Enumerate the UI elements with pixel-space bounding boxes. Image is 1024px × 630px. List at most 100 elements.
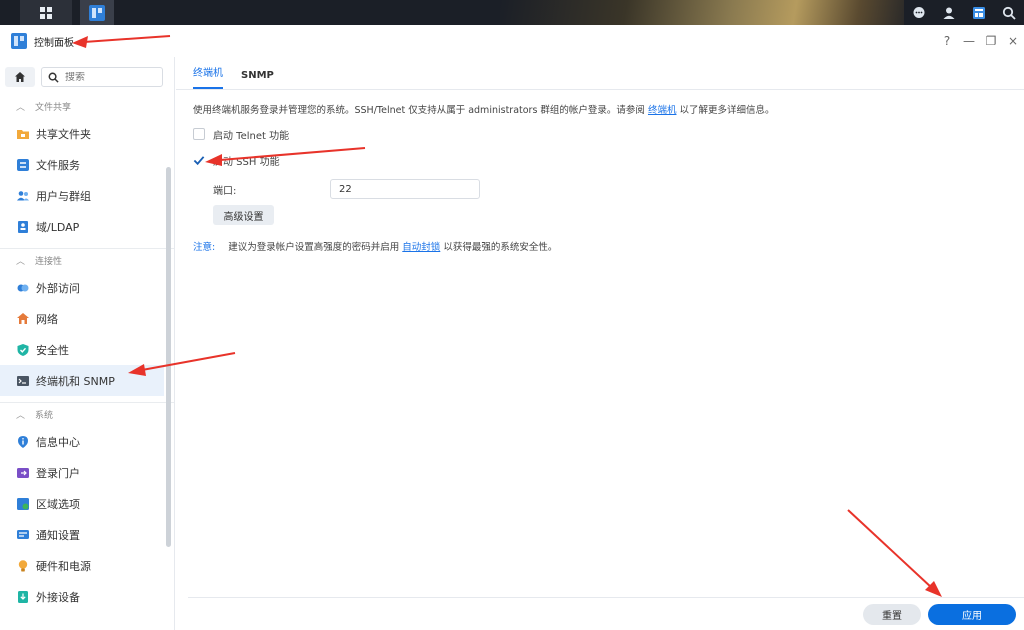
sidebar-item-notification[interactable]: 通知设置 [0,519,174,550]
sidebar-item-external-devices[interactable]: 外接设备 [0,581,174,612]
note-label: 注意: [193,242,216,253]
sidebar-item-label: 登录门户 [36,466,80,480]
search-input[interactable] [65,71,155,83]
tab-snmp[interactable]: SNMP [241,70,274,89]
sidebar-item-domain-ldap[interactable]: 域/LDAP [0,211,174,242]
group-label: 文件共享 [35,102,72,113]
minimize-button[interactable]: — [958,34,980,48]
shield-icon [16,343,30,357]
sidebar-item-label: 共享文件夹 [36,127,91,141]
sidebar-item-file-services[interactable]: 文件服务 [0,149,174,180]
sidebar-item-label: 文件服务 [36,158,80,172]
chat-icon[interactable] [904,0,934,25]
tab-terminal[interactable]: 终端机 [193,64,223,89]
group-connectivity[interactable]: ︿ 连接性 [0,248,174,272]
control-panel-icon [89,4,105,21]
search-icon[interactable] [994,0,1024,25]
group-label: 连接性 [35,257,63,267]
sidebar-item-label: 外接设备 [36,590,80,604]
sidebar-item-info-center[interactable]: 信息中心 [0,426,174,457]
telnet-option[interactable]: 启动 Telnet 功能 [193,127,1024,142]
sidebar-item-label: 安全性 [36,343,69,357]
port-row: 端口: [193,179,1024,199]
control-panel-icon [11,33,27,49]
reset-button[interactable]: 重置 [863,604,921,625]
tab-bar: 终端机 SNMP [176,57,1024,90]
sidebar: ︿ 文件共享 共享文件夹 文件服务 用户与群组 域/LDAP ︿ 连接性 外部访… [0,57,175,630]
search-icon [48,72,59,83]
sidebar-item-users-groups[interactable]: 用户与群组 [0,180,174,211]
chevron-up-icon: ︿ [16,411,26,421]
sidebar-item-label: 网络 [36,312,58,326]
group-system[interactable]: ︿ 系统 [0,402,174,426]
sidebar-scrollbar[interactable] [166,167,171,547]
port-label: 端口: [213,185,237,197]
restore-button[interactable]: ❐ [980,34,1002,48]
note-text-end: 以获得最强的系统安全性。 [443,242,558,253]
home-button[interactable] [5,67,35,87]
sidebar-item-login-portal[interactable]: 登录门户 [0,457,174,488]
ssh-label: 启动 SSH 功能 [213,156,280,168]
description-text: 使用终端机服务登录并管理您的系统。SSH/Telnet 仅支持从属于 admin… [193,105,645,116]
terminal-help-link[interactable]: 终端机 [648,105,677,116]
apply-button[interactable]: 应用 [928,604,1016,625]
sidebar-item-label: 硬件和电源 [36,559,91,573]
sidebar-item-network[interactable]: 网络 [0,303,174,334]
terminal-icon [16,374,30,388]
widgets-icon[interactable] [964,0,994,25]
help-button[interactable]: ? [936,34,958,48]
sidebar-item-hardware-power[interactable]: 硬件和电源 [0,550,174,581]
checkmark-icon [193,155,205,165]
domain-icon [16,220,30,234]
footer-bar: 重置 应用 [188,597,1024,630]
sidebar-toolbar [0,57,174,87]
description: 使用终端机服务登录并管理您的系统。SSH/Telnet 仅支持从属于 admin… [193,102,1024,116]
sidebar-item-shared-folder[interactable]: 共享文件夹 [0,118,174,149]
sidebar-item-regional-options[interactable]: 区域选项 [0,488,174,519]
note-text: 建议为登录帐户设置高强度的密码并启用 [228,242,400,253]
main-panel: 终端机 SNMP 使用终端机服务登录并管理您的系统。SSH/Telnet 仅支持… [176,57,1024,630]
taskbar-control-panel-button[interactable] [80,0,114,25]
sidebar-item-external-access[interactable]: 外部访问 [0,272,174,303]
user-icon[interactable] [934,0,964,25]
sidebar-search[interactable] [41,67,163,87]
description-text-end: 以了解更多详细信息。 [679,105,775,116]
window-title: 控制面板 [34,37,74,49]
desktop-wallpaper [500,0,920,25]
sidebar-item-label: 终端机和 SNMP [36,374,115,388]
chevron-up-icon: ︿ [16,257,26,267]
bulb-icon [16,559,30,573]
sidebar-item-terminal-snmp[interactable]: 终端机和 SNMP [0,365,164,396]
sidebar-item-label: 域/LDAP [36,220,80,234]
close-button[interactable]: × [1002,34,1024,48]
auto-block-link[interactable]: 自动封锁 [402,242,440,253]
file-services-icon [16,158,30,172]
grid-icon [40,6,52,19]
main-menu-button[interactable] [20,0,72,25]
sidebar-item-label: 用户与群组 [36,189,91,203]
window-controls: ? — ❐ × [936,25,1024,57]
telnet-label: 启动 Telnet 功能 [213,130,290,142]
group-file-sharing[interactable]: ︿ 文件共享 [0,94,174,118]
sidebar-item-security[interactable]: 安全性 [0,334,174,365]
network-icon [16,312,30,326]
folder-icon [16,127,30,141]
users-icon [16,189,30,203]
telnet-checkbox[interactable] [193,128,205,140]
group-label: 系统 [35,411,54,421]
notification-icon [16,528,30,542]
taskbar [0,0,1024,25]
sidebar-item-label: 信息中心 [36,435,80,449]
region-icon [16,497,30,511]
ssh-checkbox[interactable] [193,154,205,166]
taskbar-tray [904,0,1024,25]
advanced-settings-button[interactable]: 高级设置 [213,205,274,225]
window-titlebar: 控制面板 ? — ❐ × [0,25,1024,57]
sidebar-item-label: 区域选项 [36,497,80,511]
chevron-up-icon: ︿ [16,102,26,113]
ssh-option[interactable]: 启动 SSH 功能 [193,153,1024,168]
port-input[interactable] [330,179,480,199]
sidebar-item-label: 外部访问 [36,281,80,295]
info-icon [16,435,30,449]
sidebar-item-label: 通知设置 [36,528,80,542]
